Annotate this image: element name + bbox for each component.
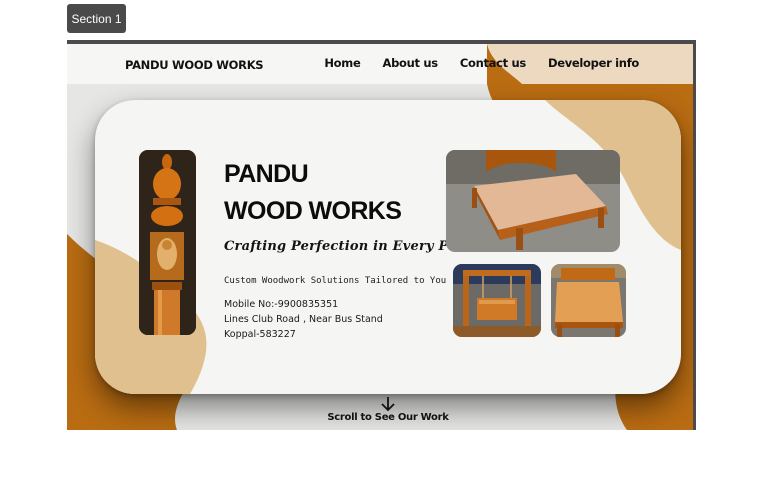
scroll-hint-text: Scroll to See Our Work — [327, 412, 449, 423]
arrow-down-icon — [381, 397, 395, 412]
navbar: PANDU WOOD WORKS Home About us Contact u… — [67, 44, 693, 84]
section-label: Section 1 — [67, 4, 126, 33]
hero-card: PANDU WOOD WORKS Crafting Perfection in … — [95, 100, 681, 394]
nav-links: Home About us Contact us Developer info — [302, 56, 639, 70]
contact-info: Mobile No:-9900835351 Lines Club Road , … — [224, 297, 383, 342]
hero-title-line2: WOOD WORKS — [224, 197, 402, 225]
scroll-hint[interactable]: Scroll to See Our Work — [67, 396, 696, 423]
frame-border — [693, 44, 696, 430]
nav-link-contact[interactable]: Contact us — [460, 56, 526, 70]
contact-address-line1: Lines Club Road , Near Bus Stand — [224, 314, 383, 325]
contact-mobile: Mobile No:-9900835351 — [224, 299, 339, 310]
carved-pillar-image — [139, 150, 196, 335]
cradle-photo — [453, 264, 541, 337]
nav-link-home[interactable]: Home — [324, 56, 360, 70]
browser-frame: PANDU WOOD WORKS Home About us Contact u… — [67, 40, 696, 430]
nav-link-developer[interactable]: Developer info — [548, 56, 639, 70]
brand-logo[interactable]: PANDU WOOD WORKS — [125, 58, 264, 72]
hero-subtitle: Custom Woodwork Solutions Tailored to Yo… — [224, 276, 447, 286]
hero-title: PANDU WOOD WORKS — [224, 156, 402, 230]
contact-address-line2: Koppal-583227 — [224, 329, 296, 340]
hero-tagline: Crafting Perfection in Every Piece — [224, 239, 479, 254]
nav-link-about[interactable]: About us — [382, 56, 438, 70]
cot-photo — [551, 264, 626, 337]
bed-photo — [446, 150, 620, 252]
hero-title-line1: PANDU — [224, 160, 309, 188]
